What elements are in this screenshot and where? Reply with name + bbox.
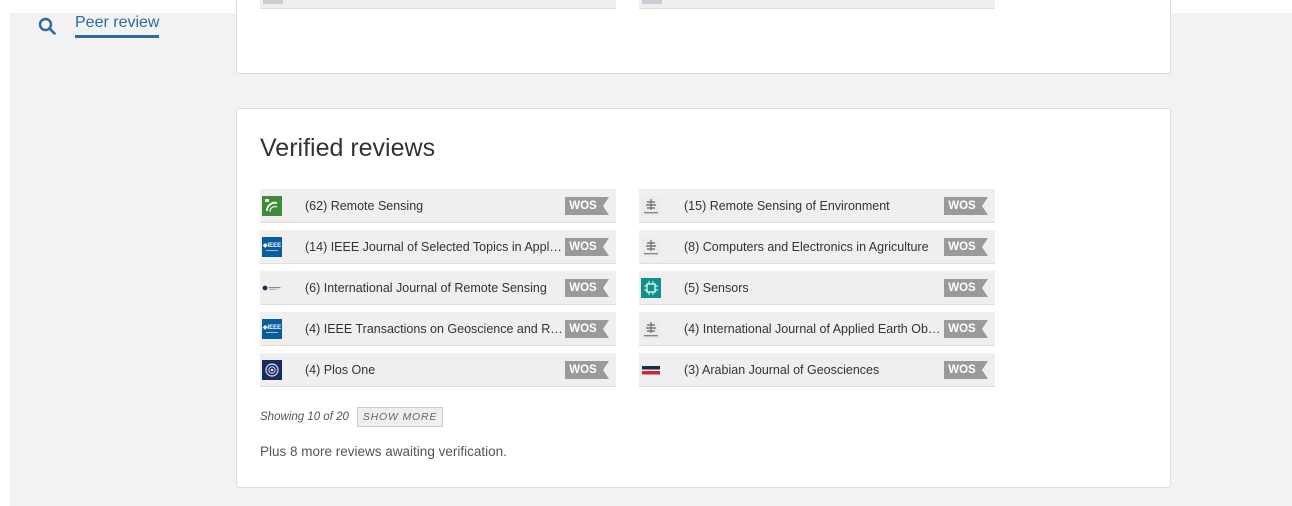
wos-badge: WOS	[944, 279, 988, 297]
svg-text:◆IEEE: ◆IEEE	[262, 324, 281, 331]
plos-one-logo-icon	[262, 359, 282, 380]
review-journal-label: (8) Computers and Electronics in Agricul…	[684, 239, 929, 254]
review-journal-label: (5) Sensors	[684, 280, 749, 295]
sidebar-item-peer-review[interactable]: Peer review	[38, 14, 160, 38]
journal-logo-icon	[642, 0, 662, 4]
previous-section-card	[236, 0, 1171, 74]
review-journal-label: (4) International Journal of Applied Ear…	[684, 321, 942, 336]
review-journal-label: (3) Arabian Journal of Geosciences	[684, 362, 880, 377]
wos-badge: WOS	[565, 279, 609, 297]
review-list-item[interactable]: ◆IEEE (4) IEEE Transactions on Geoscienc…	[260, 312, 616, 345]
pagination-row: Showing 10 of 20 SHOW MORE	[260, 407, 444, 427]
list-item-partial	[260, 0, 616, 8]
ieee-logo-icon: ◆IEEE	[262, 236, 282, 257]
section-title: Verified reviews	[260, 134, 436, 162]
review-list-item[interactable]: (3) Arabian Journal of Geosciences WOS	[639, 353, 995, 386]
ieee-logo-icon: ◆IEEE	[262, 318, 282, 339]
svg-text:◆IEEE: ◆IEEE	[262, 242, 281, 249]
show-more-button[interactable]: SHOW MORE	[356, 407, 444, 427]
wos-badge: WOS	[944, 197, 988, 215]
review-journal-label: (4) Plos One	[305, 362, 376, 377]
review-list-item[interactable]: (62) Remote Sensing WOS	[260, 189, 616, 222]
wos-badge: WOS	[944, 238, 988, 256]
elsevier-logo-icon	[641, 318, 661, 339]
wos-badge: WOS	[944, 361, 988, 379]
journal-logo-icon	[263, 0, 283, 4]
taylor-francis-logo-icon	[262, 278, 282, 298]
verified-reviews-card: Verified reviews (62) Remote Sensing WOS…	[236, 108, 1171, 488]
list-item-partial	[639, 0, 995, 8]
remote-sensing-journal-icon	[262, 195, 282, 216]
review-journal-label: (62) Remote Sensing	[305, 198, 424, 213]
review-journal-label: (15) Remote Sensing of Environment	[684, 198, 890, 213]
wos-badge: WOS	[565, 197, 609, 215]
review-journal-label: (4) IEEE Transactions on Geoscience and …	[305, 321, 563, 336]
review-journal-label: (6) International Journal of Remote Sens…	[305, 280, 547, 295]
review-list-item[interactable]: ◆IEEE (14) IEEE Journal of Selected Topi…	[260, 230, 616, 263]
review-list-item[interactable]: (6) International Journal of Remote Sens…	[260, 271, 616, 304]
wos-badge: WOS	[565, 238, 609, 256]
review-list-item[interactable]: (4) Plos One WOS	[260, 353, 616, 386]
review-list-item[interactable]: (15) Remote Sensing of Environment WOS	[639, 189, 995, 222]
wos-badge: WOS	[565, 320, 609, 338]
sensors-journal-icon	[641, 277, 661, 298]
elsevier-logo-icon	[641, 236, 661, 257]
review-journal-label: (14) IEEE Journal of Selected Topics in …	[305, 239, 563, 254]
search-icon	[38, 17, 56, 35]
showing-count: Showing 10 of 20	[260, 411, 349, 423]
sidebar-item-label[interactable]: Peer review	[75, 14, 160, 38]
pending-reviews-note: Plus 8 more reviews awaiting verificatio…	[260, 444, 507, 459]
review-list-item[interactable]: (4) International Journal of Applied Ear…	[639, 312, 995, 345]
springer-nature-logo-icon	[641, 360, 661, 380]
wos-badge: WOS	[565, 361, 609, 379]
review-list-item[interactable]: (5) Sensors WOS	[639, 271, 995, 304]
review-list-item[interactable]: (8) Computers and Electronics in Agricul…	[639, 230, 995, 263]
elsevier-logo-icon	[641, 195, 661, 216]
wos-badge: WOS	[944, 320, 988, 338]
